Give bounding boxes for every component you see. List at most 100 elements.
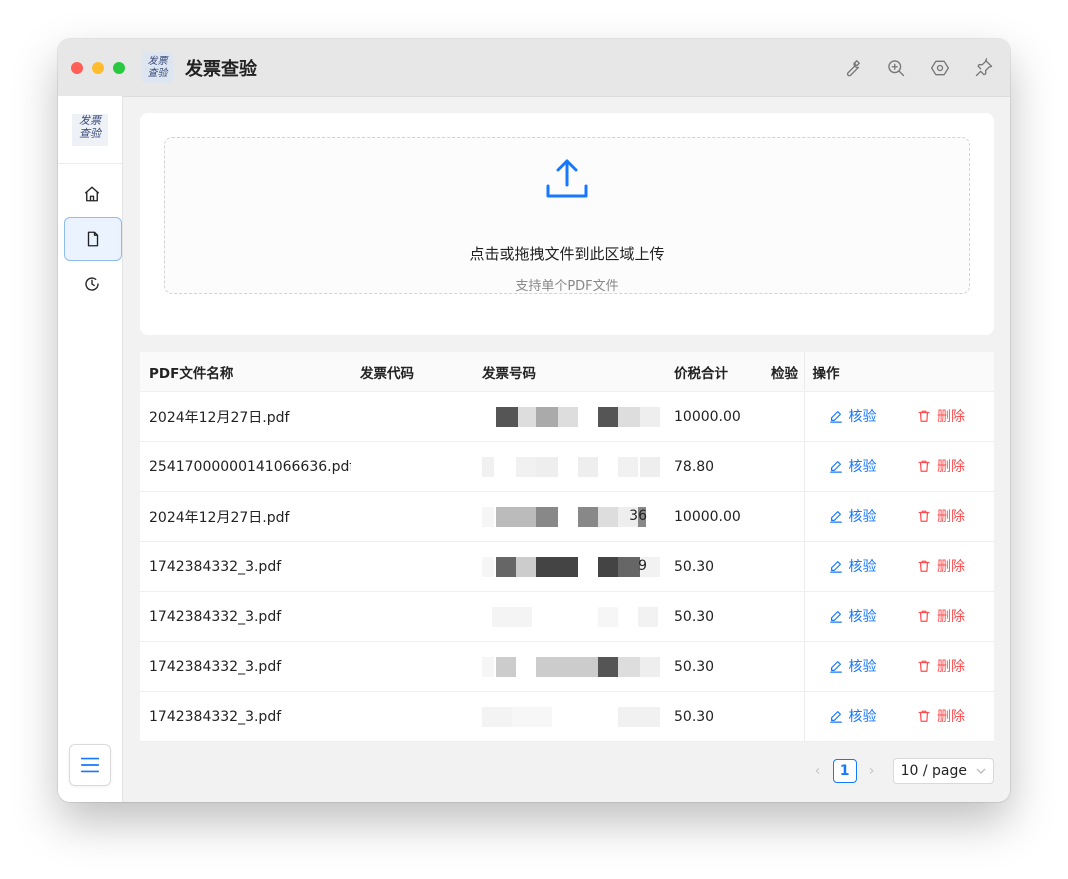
- page-size-select[interactable]: 10 / page: [892, 758, 994, 784]
- app-window: 发票 查验 发票 查验 发票 查验 点击或拖拽文件到此区域上传 支持单个PDF文件…: [58, 39, 1010, 802]
- redaction-block: [578, 506, 598, 527]
- cell-file-name: 2024年12月27日.pdf: [140, 391, 351, 442]
- sidebar-item-document[interactable]: [64, 217, 122, 261]
- delete-button[interactable]: 删除: [917, 456, 965, 476]
- redaction-block: [496, 556, 516, 577]
- cell-invoice-code: [351, 541, 473, 592]
- invoice-number-redacted: [482, 456, 660, 478]
- history-icon: [85, 277, 99, 291]
- sidebar-logo-line-1: 发票: [79, 114, 101, 127]
- trash-icon: [918, 710, 930, 722]
- close-window-button[interactable]: [71, 61, 83, 74]
- edit-icon: [829, 411, 842, 423]
- cell-file-name: 2024年12月27日.pdf: [140, 491, 351, 542]
- delete-button[interactable]: 删除: [917, 606, 965, 626]
- invoice-number-redacted: 36: [482, 506, 647, 528]
- page-number-button[interactable]: 1: [832, 759, 857, 783]
- edit-icon: [829, 611, 842, 623]
- delete-button[interactable]: 删除: [917, 506, 965, 526]
- cell-ops: 核验 删除: [803, 691, 994, 742]
- sidebar-item-home[interactable]: [64, 173, 120, 215]
- minimize-window-button[interactable]: [92, 61, 104, 74]
- redaction-block: [618, 706, 660, 727]
- cell-invoice-number: [473, 391, 665, 442]
- verify-label: 核验: [848, 459, 877, 475]
- cell-invoice-number: 9: [473, 541, 665, 592]
- verify-button[interactable]: 核验: [829, 606, 877, 626]
- verify-label: 核验: [848, 609, 877, 625]
- cell-total: 78.80: [665, 441, 767, 492]
- cell-total: 50.30: [665, 691, 767, 742]
- prev-page-button[interactable]: ‹: [811, 763, 825, 779]
- header-invoice-code[interactable]: 发票代码: [351, 352, 473, 392]
- sidebar-item-history[interactable]: [64, 263, 120, 305]
- delete-label: 删除: [936, 709, 965, 725]
- delete-label: 删除: [936, 609, 965, 625]
- verify-button[interactable]: 核验: [829, 506, 877, 526]
- title-toolbar: [840, 56, 996, 80]
- redaction-block: [536, 406, 558, 427]
- cell-ops: 核验 删除: [803, 541, 994, 592]
- settings-hexagon-icon[interactable]: [928, 56, 952, 80]
- verify-button[interactable]: 核验: [829, 656, 877, 676]
- cell-total: 10000.00: [665, 491, 767, 542]
- cell-ops: 核验 删除: [803, 591, 994, 642]
- sidebar: 发票 查验: [58, 96, 123, 802]
- cell-total: 50.30: [665, 641, 767, 692]
- invoice-number-redacted: [482, 406, 660, 428]
- delete-label: 删除: [936, 409, 965, 425]
- verify-button[interactable]: 核验: [829, 456, 877, 476]
- header-file-name[interactable]: PDF文件名称: [140, 352, 351, 392]
- upload-title: 点击或拖拽文件到此区域上传: [469, 245, 665, 263]
- header-invoice-number[interactable]: 发票号码: [473, 352, 665, 392]
- redaction-block: [536, 656, 578, 677]
- redaction-block: [516, 556, 536, 577]
- wrench-icon[interactable]: [840, 56, 864, 80]
- zoom-in-icon[interactable]: [884, 56, 908, 80]
- delete-button[interactable]: 删除: [917, 656, 965, 676]
- cell-file-name: 1742384332_3.pdf: [140, 691, 351, 742]
- delete-button[interactable]: 删除: [917, 556, 965, 576]
- cell-ops: 核验 删除: [803, 441, 994, 492]
- trash-icon: [918, 560, 930, 572]
- chevron-down-icon: [976, 768, 986, 774]
- cell-verified: [767, 691, 804, 742]
- delete-button[interactable]: 删除: [917, 406, 965, 426]
- app-logo-line-2: 查验: [147, 67, 168, 79]
- sidebar-menu-button[interactable]: [69, 744, 111, 786]
- edit-icon: [829, 561, 842, 573]
- upload-dropzone[interactable]: 点击或拖拽文件到此区域上传 支持单个PDF文件: [164, 137, 970, 294]
- cell-verified: [767, 491, 804, 542]
- verify-label: 核验: [848, 709, 877, 725]
- header-verified[interactable]: 检验: [767, 352, 804, 392]
- verify-button[interactable]: 核验: [829, 706, 877, 726]
- invoice-number-suffix: 9: [638, 557, 647, 574]
- table-row: 1742384332_3.pdf 9 50.30 核验 删除: [140, 541, 994, 592]
- title-bar: 发票 查验 发票查验: [58, 39, 1010, 97]
- header-total[interactable]: 价税合计: [665, 352, 767, 392]
- page-size-label: 10 / page: [900, 763, 967, 779]
- verify-button[interactable]: 核验: [829, 556, 877, 576]
- redaction-block: [598, 406, 618, 427]
- redaction-block: [536, 456, 558, 477]
- maximize-window-button[interactable]: [113, 61, 125, 74]
- edit-icon: [829, 511, 842, 523]
- redaction-block: [640, 656, 660, 677]
- redaction-block: [640, 456, 660, 477]
- delete-button[interactable]: 删除: [917, 706, 965, 726]
- window-controls: [71, 61, 125, 74]
- redaction-block: [518, 406, 536, 427]
- redaction-block: [512, 706, 552, 727]
- redaction-block: [558, 406, 578, 427]
- verify-button[interactable]: 核验: [829, 406, 877, 426]
- cell-total: 10000.00: [665, 391, 767, 442]
- cell-verified: [767, 441, 804, 492]
- table-row: 1742384332_3.pdf 50.30 核验 删除: [140, 591, 994, 642]
- cell-invoice-number: 36: [473, 491, 665, 542]
- next-page-button[interactable]: ›: [865, 763, 879, 779]
- cell-invoice-number: [473, 691, 665, 742]
- trash-icon: [918, 660, 930, 672]
- trash-icon: [918, 460, 930, 472]
- pin-icon[interactable]: [972, 56, 996, 80]
- verify-label: 核验: [848, 509, 877, 525]
